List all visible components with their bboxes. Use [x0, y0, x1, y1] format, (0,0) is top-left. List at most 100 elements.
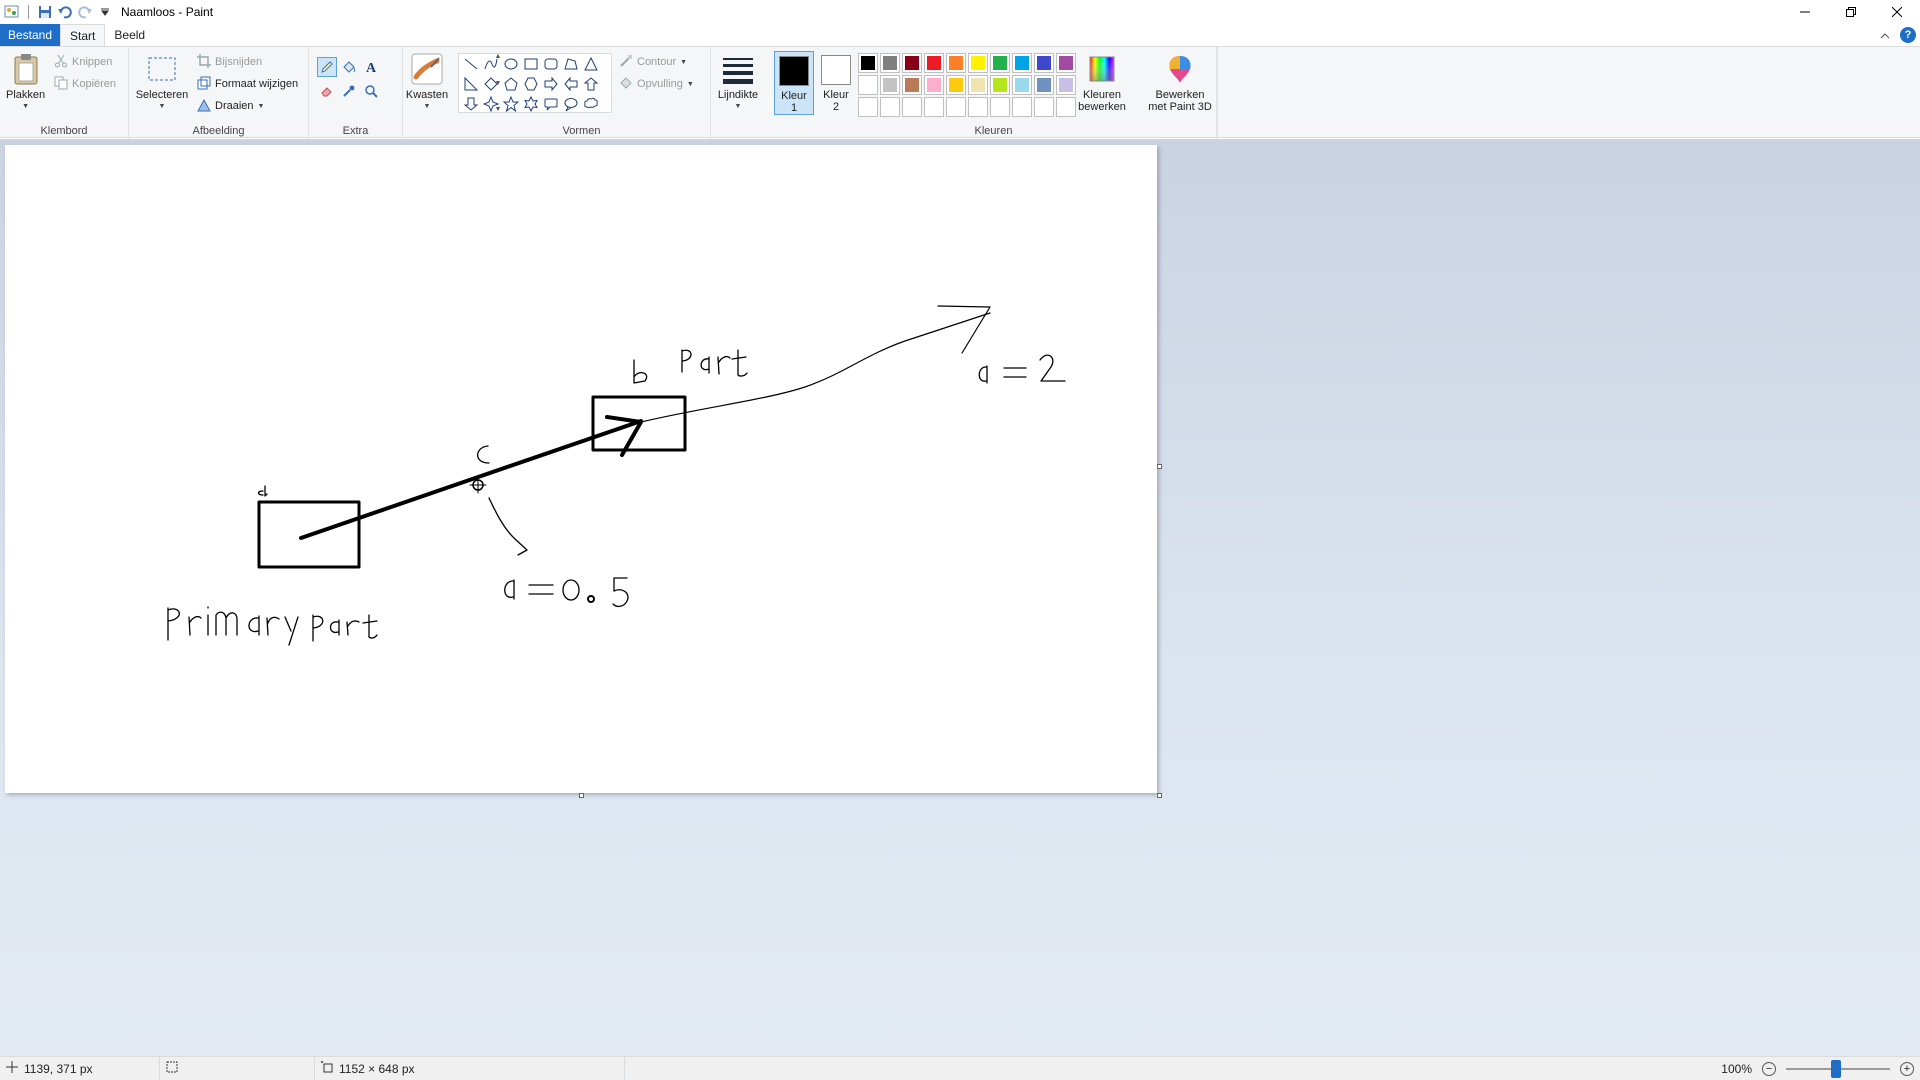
edit-colors-label-2: bewerken: [1078, 101, 1126, 113]
outline-button[interactable]: Contour ▼: [619, 52, 687, 72]
expand-gallery-icon[interactable]: ▼: [495, 106, 502, 113]
color-swatch[interactable]: [946, 75, 966, 95]
zoom-in-icon[interactable]: +: [1900, 1062, 1914, 1076]
color-swatch[interactable]: [924, 53, 944, 73]
color-swatch[interactable]: [990, 53, 1010, 73]
color-swatch[interactable]: [1034, 53, 1054, 73]
sketch-text-primary-part: [167, 606, 378, 646]
polygon-shape-icon[interactable]: [561, 54, 581, 74]
brushes-button[interactable]: Kwasten ▼: [403, 53, 451, 113]
zoom-slider-thumb[interactable]: [1831, 1060, 1841, 1078]
paint-app-icon[interactable]: [2, 2, 22, 22]
triangle-shape-icon[interactable]: [581, 54, 601, 74]
tab-view[interactable]: Beeld: [105, 24, 154, 46]
color-swatch[interactable]: [1034, 97, 1054, 117]
help-icon[interactable]: ?: [1900, 27, 1916, 43]
color-swatch[interactable]: [990, 75, 1010, 95]
crop-button[interactable]: Bijsnijden: [197, 52, 262, 72]
rounded-rectangle-shape-icon[interactable]: [541, 54, 561, 74]
left-arrow-shape-icon[interactable]: [561, 74, 581, 94]
toolbar-divider: [28, 5, 29, 19]
color-swatch[interactable]: [902, 75, 922, 95]
color-swatch[interactable]: [924, 75, 944, 95]
color-swatch[interactable]: [902, 53, 922, 73]
color-swatch[interactable]: [924, 97, 944, 117]
oval-callout-shape-icon[interactable]: [561, 94, 581, 114]
color-swatch[interactable]: [946, 53, 966, 73]
color-swatch[interactable]: [1034, 75, 1054, 95]
resize-handle-right[interactable]: [1157, 464, 1162, 469]
sketch-drawing: [167, 305, 1066, 646]
color-swatch[interactable]: [968, 75, 988, 95]
six-point-star-shape-icon[interactable]: [521, 94, 541, 114]
color-swatch[interactable]: [1012, 53, 1032, 73]
select-button[interactable]: Selecteren ▼: [135, 53, 189, 113]
fill-button[interactable]: Opvulling ▼: [619, 74, 694, 94]
zoom-slider[interactable]: [1786, 1060, 1890, 1078]
color-swatch[interactable]: [990, 97, 1010, 117]
color2-button[interactable]: Kleur 2: [816, 51, 856, 115]
color-swatch[interactable]: [946, 97, 966, 117]
color-swatch[interactable]: [1056, 53, 1076, 73]
color-swatch[interactable]: [880, 53, 900, 73]
color-swatch[interactable]: [858, 53, 878, 73]
color-swatch[interactable]: [1056, 75, 1076, 95]
pencil-icon[interactable]: [317, 57, 337, 77]
size-button[interactable]: Lijndikte ▼: [711, 53, 765, 113]
scroll-up-icon[interactable]: ▲: [495, 53, 502, 60]
up-arrow-shape-icon[interactable]: [581, 74, 601, 94]
edit-colors-button[interactable]: Kleuren bewerken: [1076, 53, 1128, 113]
color-swatch[interactable]: [880, 97, 900, 117]
down-arrow-shape-icon[interactable]: [461, 94, 481, 114]
color-swatch[interactable]: [858, 97, 878, 117]
color-swatch[interactable]: [902, 97, 922, 117]
tab-file[interactable]: Bestand: [0, 24, 61, 46]
copy-button[interactable]: Kopiëren: [54, 74, 116, 94]
fill-bucket-icon[interactable]: [339, 57, 359, 77]
brush-icon: [411, 53, 443, 85]
rotate-button[interactable]: Draaien ▼: [197, 96, 264, 116]
redo-icon[interactable]: [75, 2, 95, 22]
color-swatch[interactable]: [968, 97, 988, 117]
color1-button[interactable]: Kleur 1: [774, 51, 814, 115]
undo-icon[interactable]: [55, 2, 75, 22]
color-swatch[interactable]: [1056, 97, 1076, 117]
line-shape-icon[interactable]: [461, 54, 481, 74]
color-picker-icon[interactable]: [339, 81, 359, 101]
text-tool-icon[interactable]: A: [361, 57, 381, 77]
right-arrow-shape-icon[interactable]: [541, 74, 561, 94]
sketch-label-b: [633, 359, 648, 384]
color-swatch[interactable]: [1012, 97, 1032, 117]
clipboard-icon: [10, 53, 42, 85]
tab-home[interactable]: Start: [60, 24, 106, 46]
color-swatch[interactable]: [1012, 75, 1032, 95]
crop-label: Bijsnijden: [215, 56, 263, 68]
color-swatch[interactable]: [858, 75, 878, 95]
close-button[interactable]: [1874, 0, 1920, 24]
rounded-callout-shape-icon[interactable]: [541, 94, 561, 114]
save-icon[interactable]: [35, 2, 55, 22]
color-swatch-fill: [861, 56, 875, 70]
drawing-canvas[interactable]: [5, 145, 1157, 793]
magnifier-icon[interactable]: [361, 81, 381, 101]
resize-handle-bottom[interactable]: [579, 793, 584, 798]
resize-handle-corner[interactable]: [1157, 793, 1162, 798]
hexagon-shape-icon[interactable]: [521, 74, 541, 94]
collapse-ribbon-icon[interactable]: [1880, 28, 1890, 42]
customize-toolbar-icon[interactable]: [95, 2, 115, 22]
right-triangle-shape-icon[interactable]: [461, 74, 481, 94]
scroll-down-icon[interactable]: ▼: [495, 80, 502, 87]
color-swatch[interactable]: [880, 75, 900, 95]
cut-button[interactable]: Knippen: [54, 52, 112, 72]
color-swatch[interactable]: [968, 53, 988, 73]
paint3d-button[interactable]: Bewerken met Paint 3D: [1144, 53, 1216, 113]
sketch-text-part: [681, 349, 748, 377]
eraser-icon[interactable]: [317, 81, 337, 101]
restore-button[interactable]: [1828, 0, 1874, 24]
minimize-button[interactable]: [1782, 0, 1828, 24]
cloud-callout-shape-icon[interactable]: [581, 94, 601, 114]
resize-button[interactable]: Formaat wijzigen: [197, 74, 298, 94]
paste-button[interactable]: Plakken ▼: [6, 53, 45, 113]
rectangle-shape-icon[interactable]: [521, 54, 541, 74]
zoom-out-icon[interactable]: −: [1762, 1062, 1776, 1076]
